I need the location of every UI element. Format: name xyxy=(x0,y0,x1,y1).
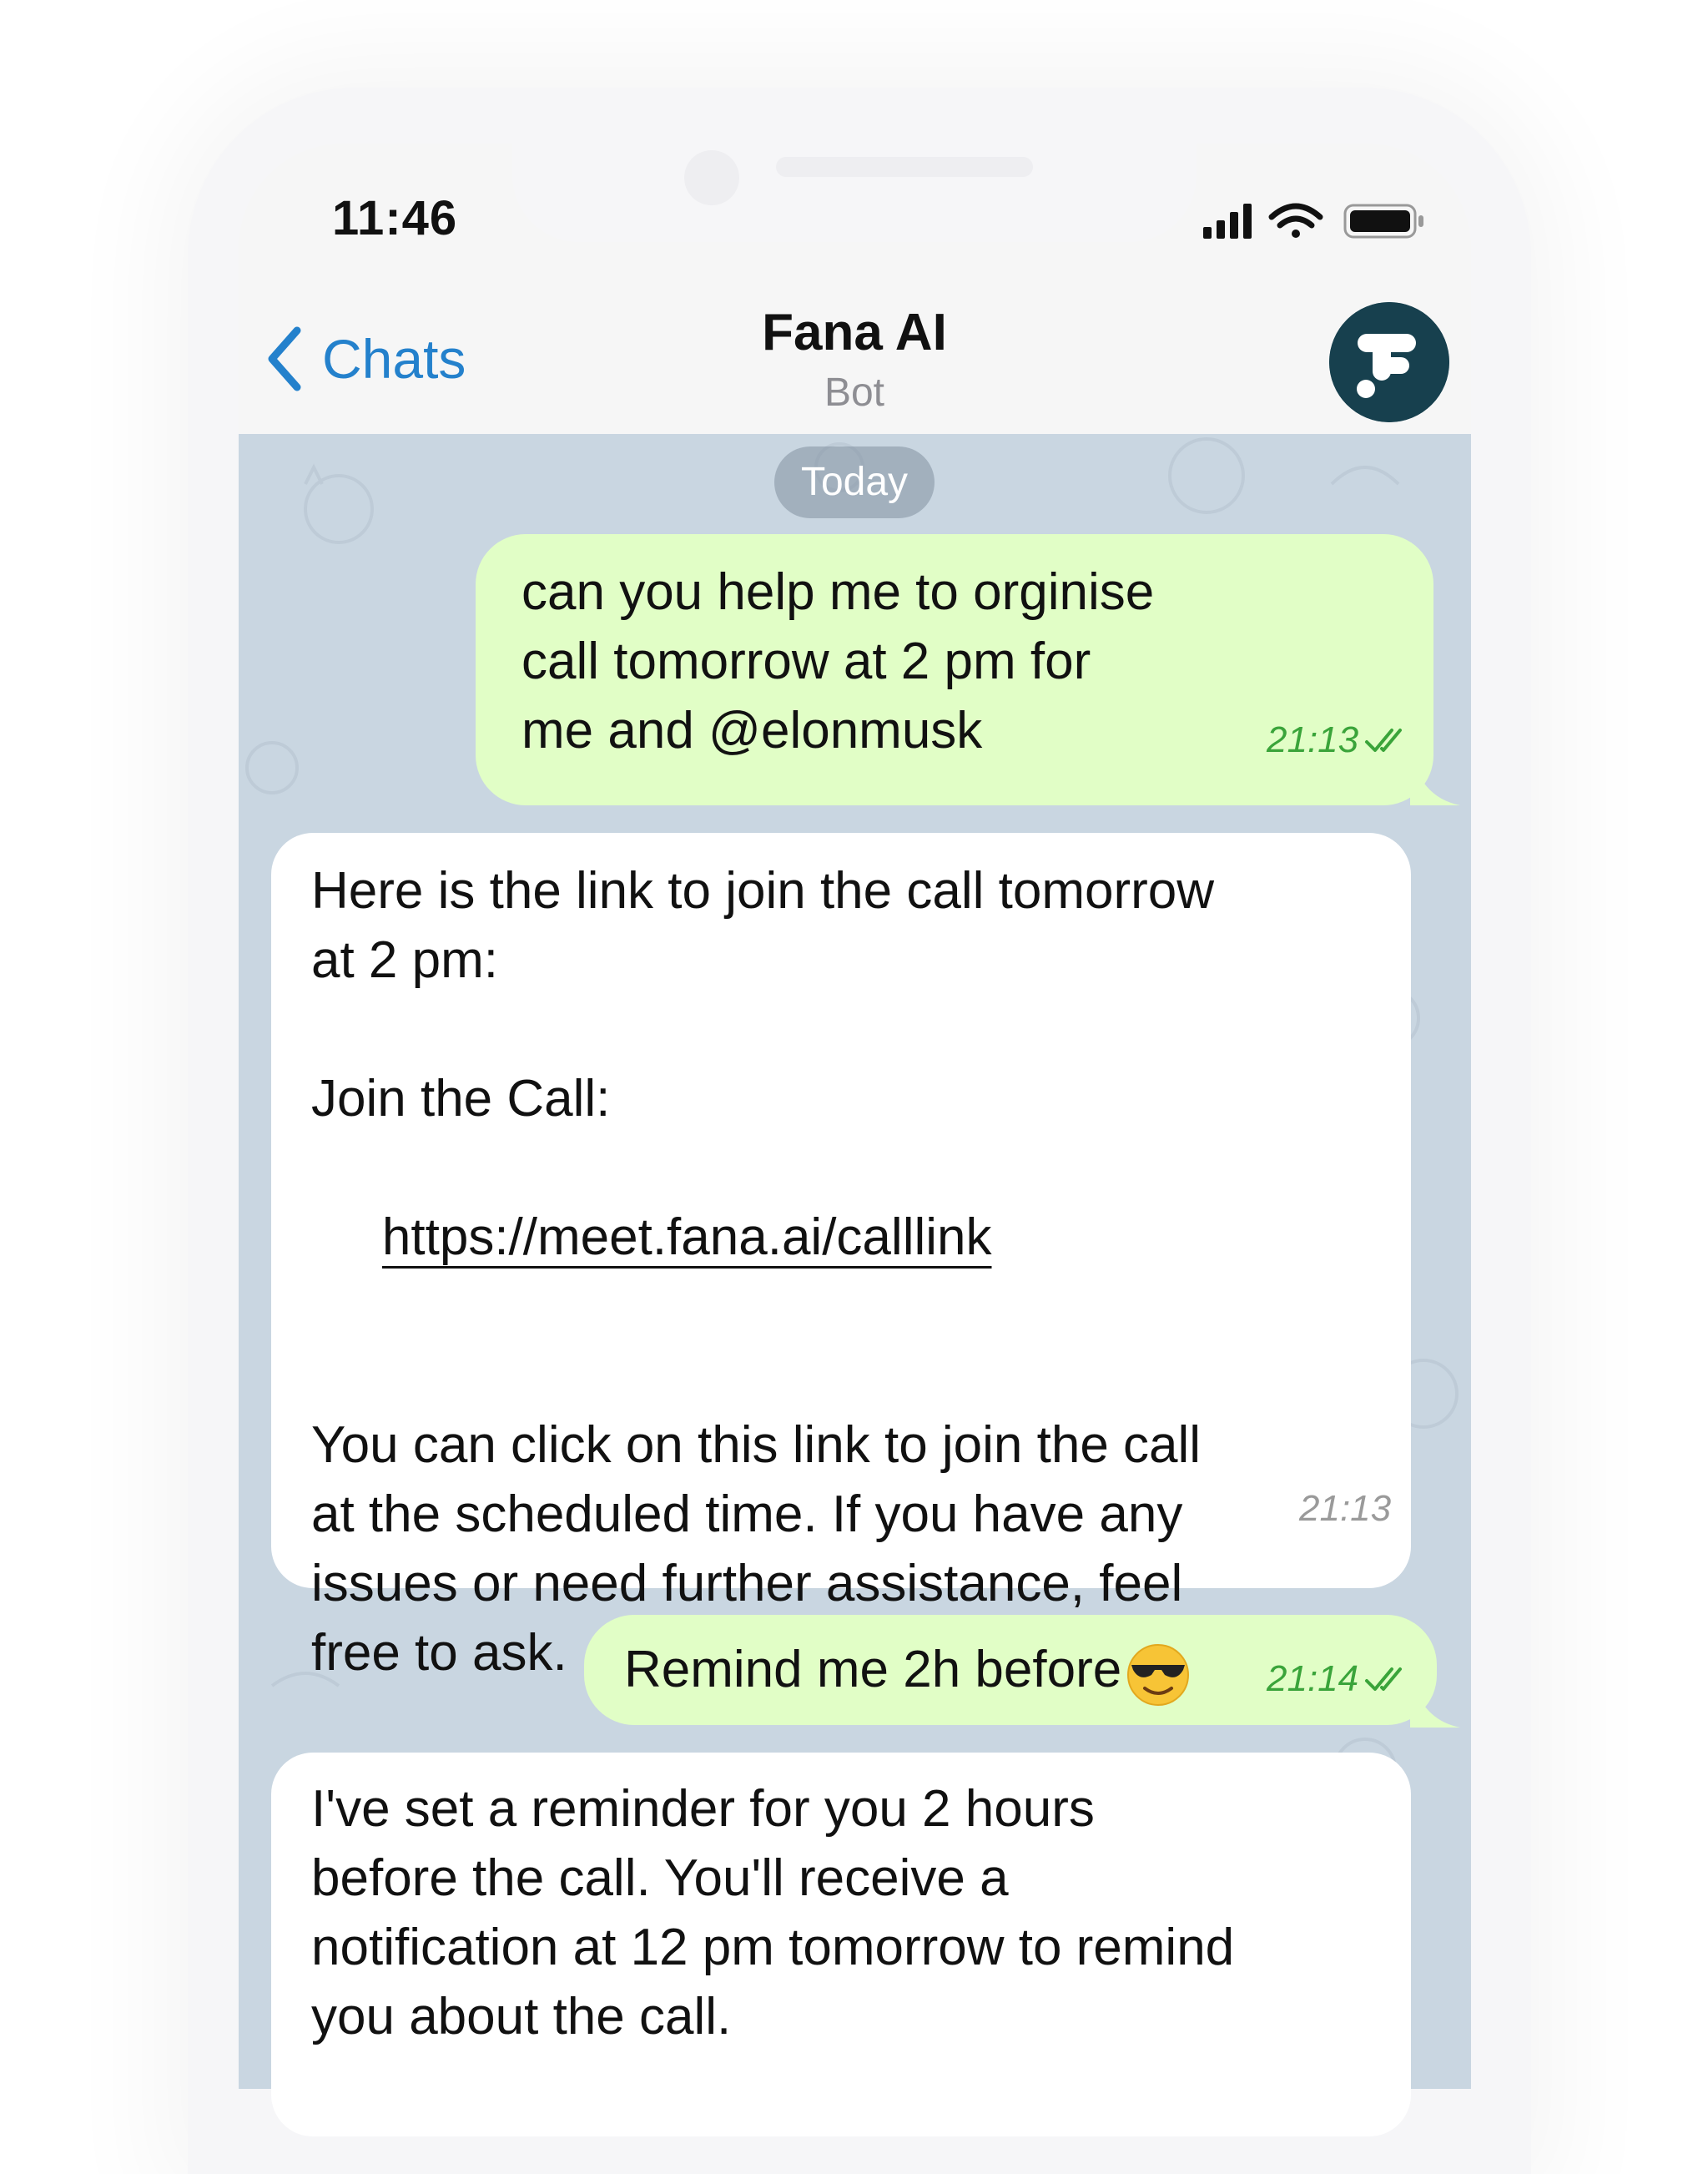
chevron-left-icon xyxy=(268,326,301,391)
message-text-content: Remind me 2h before xyxy=(624,1641,1122,1698)
chat-subtitle: Bot xyxy=(824,371,885,415)
earpiece-speaker xyxy=(776,157,1033,177)
message-meta: 21:13 xyxy=(1267,719,1410,761)
link-line: https://meet.fana.ai/calllink xyxy=(311,1133,1411,1341)
date-separator: Today xyxy=(774,446,935,518)
status-time: 11:46 xyxy=(332,191,458,245)
message-meta: 21:14 xyxy=(1267,1658,1410,1700)
outgoing-message[interactable]: Remind me 2h before 21:14 xyxy=(584,1615,1437,1725)
front-camera xyxy=(684,150,739,205)
call-link[interactable]: https://meet.fana.ai/calllink xyxy=(382,1208,992,1266)
message-time: 21:13 xyxy=(1299,1488,1392,1529)
cellular-signal-icon xyxy=(1203,204,1252,239)
wifi-icon xyxy=(1268,203,1323,238)
bot-avatar[interactable] xyxy=(1329,302,1449,422)
back-button[interactable]: Chats xyxy=(264,325,466,392)
chat-title: Fana AI xyxy=(762,304,947,361)
double-check-icon xyxy=(1365,729,1403,752)
message-time: 21:14 xyxy=(1267,1658,1359,1699)
message-text: I've set a reminder for you 2 hours befo… xyxy=(311,1780,1235,2045)
message-time: 21:13 xyxy=(1267,719,1359,760)
status-icons xyxy=(1203,203,1423,239)
bubble-tail xyxy=(1410,1669,1460,1728)
back-button-label: Chats xyxy=(322,328,466,390)
incoming-message[interactable]: I've set a reminder for you 2 hours befo… xyxy=(271,1753,1411,2136)
sunglasses-emoji-icon xyxy=(1127,1643,1190,1706)
incoming-message[interactable]: Here is the link to join the call tomorr… xyxy=(271,833,1411,1682)
message-text: Here is the link to join the call tomorr… xyxy=(311,862,1215,1127)
battery-icon xyxy=(1343,204,1423,239)
outgoing-message[interactable]: can you help me to orginise call tomorro… xyxy=(476,534,1433,805)
bubble-tail xyxy=(1410,747,1460,805)
fana-logo-icon xyxy=(1329,302,1449,422)
double-check-icon xyxy=(1365,1667,1403,1691)
